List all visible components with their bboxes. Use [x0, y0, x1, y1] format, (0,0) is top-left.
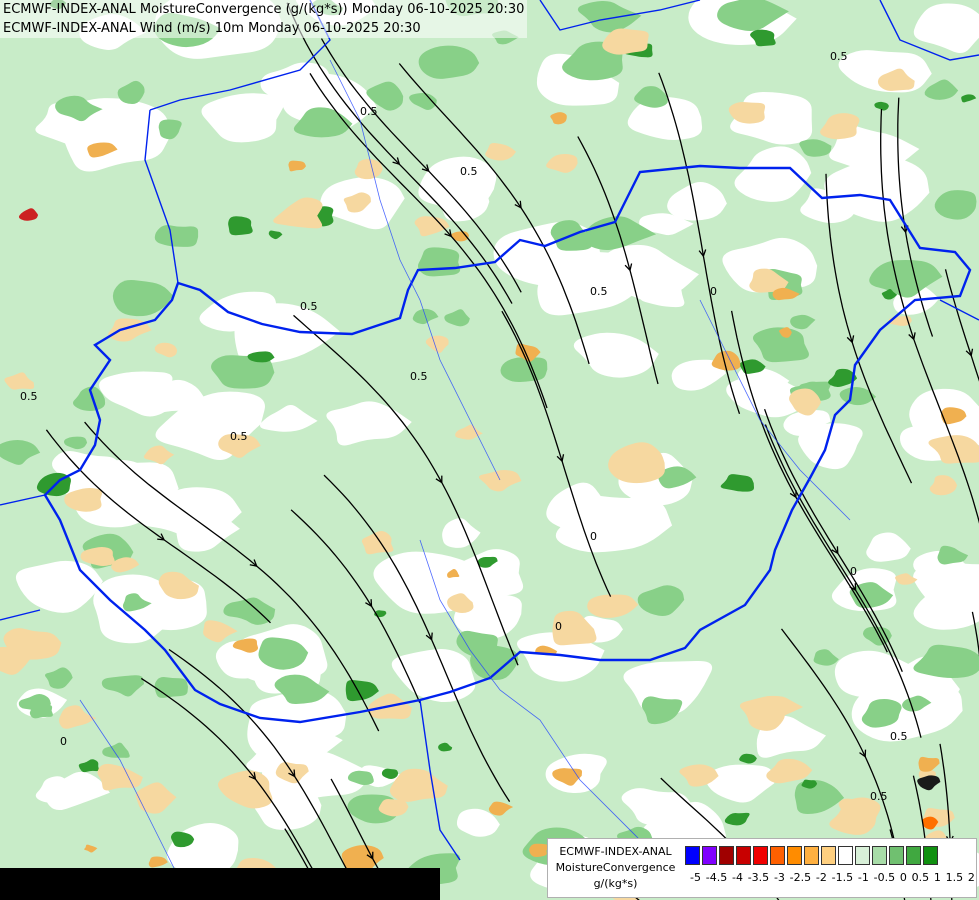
legend-swatch	[685, 846, 700, 865]
convergence-patch	[417, 247, 461, 277]
legend-swatch	[889, 846, 904, 865]
legend-tick: -1.5	[831, 871, 854, 884]
legend-swatch	[736, 846, 751, 865]
legend-swatch	[770, 846, 785, 865]
contour-label: 0.5	[230, 430, 248, 443]
contour-label: 0.5	[360, 105, 378, 118]
legend-tick: -1	[857, 871, 869, 884]
strong-convergence-patch	[228, 216, 253, 236]
legend-tick: -0.5	[873, 871, 896, 884]
legend-swatch	[702, 846, 717, 865]
legend-tick: -4.5	[705, 871, 728, 884]
color-legend: ECMWF-INDEX-ANAL MoistureConvergence g/(…	[547, 838, 977, 898]
legend-unit-label: g/(kg*s)	[593, 877, 638, 890]
legend-swatch	[719, 846, 734, 865]
legend-swatch	[855, 846, 870, 865]
legend-swatch	[753, 846, 768, 865]
convergence-patch	[154, 677, 188, 698]
map-title-line-1: ECMWF-INDEX-ANAL MoistureConvergence (g/…	[3, 2, 525, 17]
legend-tick: -2	[815, 871, 827, 884]
legend-tick: 0.5	[911, 871, 930, 884]
legend-variable-label: MoistureConvergence	[555, 861, 676, 874]
legend-tick: -5	[690, 871, 701, 884]
legend-swatch	[787, 846, 802, 865]
contour-label: 0	[850, 565, 857, 578]
contour-label: 0	[60, 735, 67, 748]
legend-tick: 0	[899, 871, 907, 884]
legend-tick: -3.5	[747, 871, 770, 884]
legend-tick: -3	[773, 871, 785, 884]
contour-label: 0.5	[300, 300, 318, 313]
legend-swatch	[872, 846, 887, 865]
contour-label: 0.5	[890, 730, 908, 743]
moisture-convergence-field: 0.5 0.5 0.5 0.5 0.5 0.5 0.5 0.5 0 0 0 0 0.5 0.5 0	[0, 0, 979, 900]
legend-swatch	[821, 846, 836, 865]
contour-label: 0.5	[20, 390, 38, 403]
contour-label: 0.5	[830, 50, 848, 63]
bottom-black-strip	[0, 868, 440, 900]
legend-model-label: ECMWF-INDEX-ANAL	[559, 845, 672, 858]
legend-tick: 1.5	[945, 871, 964, 884]
weather-map: 0.5 0.5 0.5 0.5 0.5 0.5 0.5 0.5 0 0 0 0 0.5 0.5 0 ECMW…	[0, 0, 979, 900]
legend-swatch	[923, 846, 938, 865]
legend-swatch	[906, 846, 921, 865]
legend-swatch	[838, 846, 853, 865]
map-title-box: ECMWF-INDEX-ANAL MoistureConvergence (g/…	[0, 0, 528, 38]
map-title-line-2: ECMWF-INDEX-ANAL Wind (m/s) 10m Monday 0…	[3, 21, 421, 36]
contour-label: 0	[710, 285, 717, 298]
contour-label: 0	[590, 530, 597, 543]
legend-tick: -2.5	[789, 871, 812, 884]
contour-label: 0.5	[870, 790, 888, 803]
strong-divergence-patch	[529, 843, 549, 858]
convergence-patch	[500, 357, 548, 383]
legend-tick-labels: -5 -4.5 -4 -3.5 -3 -2.5 -2 -1.5 -1 -0.5 0 0.5 1 1.5 2	[690, 871, 975, 884]
contour-label: 0	[555, 620, 562, 633]
legend-swatch	[804, 846, 819, 865]
legend-tick: -4	[731, 871, 743, 884]
legend-color-bar	[685, 846, 940, 865]
legend-tick: 1	[933, 871, 941, 884]
contour-label: 0.5	[410, 370, 428, 383]
contour-label: 0.5	[460, 165, 478, 178]
contour-label: 0.5	[590, 285, 608, 298]
legend-tick: 2	[967, 871, 975, 884]
